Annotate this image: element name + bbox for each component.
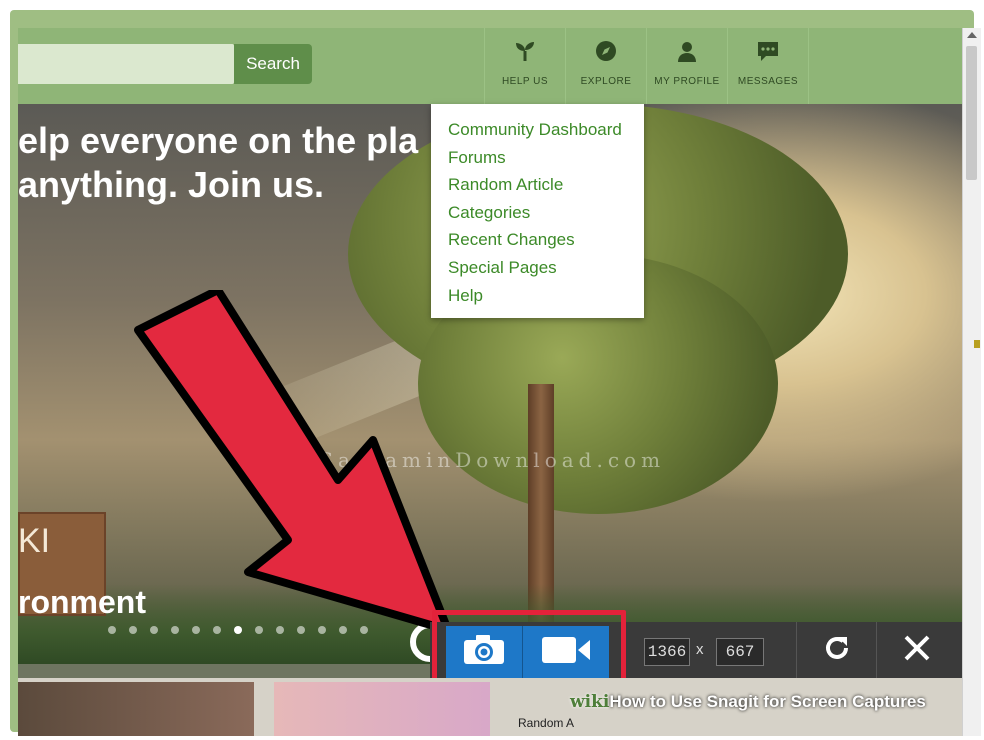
section-label: Random A xyxy=(518,716,575,730)
nav-label: HELP US xyxy=(501,76,549,87)
browser-viewport: Search HELP US EXPLORE MY PROFILE MESSAG… xyxy=(18,28,962,736)
user-icon xyxy=(674,38,700,64)
menu-item-categories[interactable]: Categories xyxy=(431,199,644,227)
search-input[interactable] xyxy=(18,44,234,84)
menu-item-special-pages[interactable]: Special Pages xyxy=(431,254,644,282)
sprout-icon xyxy=(512,38,538,64)
dimension-separator: x xyxy=(696,641,704,658)
vertical-scrollbar[interactable] xyxy=(962,28,981,736)
nav-label: EXPLORE xyxy=(580,76,632,87)
wikihow-banner: wikiHow to Use Snagit for Screen Capture… xyxy=(570,692,944,714)
top-nav: HELP US EXPLORE MY PROFILE MESSAGES xyxy=(484,28,809,104)
hero-headline-line1: elp everyone on the pla xyxy=(18,120,419,161)
nav-my-profile[interactable]: MY PROFILE xyxy=(646,28,727,104)
banner-title: How to Use Snagit for Screen Captures xyxy=(609,692,926,711)
hero-headline-line2: anything. Join us. xyxy=(18,164,325,205)
red-arrow-annotation xyxy=(134,290,452,634)
compass-icon xyxy=(593,38,619,64)
wiki-logo-text: wiki xyxy=(570,692,610,712)
menu-item-community-dashboard[interactable]: Community Dashboard xyxy=(431,116,644,144)
scroll-up-arrow[interactable] xyxy=(967,32,977,38)
thumbnail[interactable] xyxy=(18,682,254,736)
menu-item-forums[interactable]: Forums xyxy=(431,144,644,172)
redo-button[interactable] xyxy=(796,622,877,678)
menu-item-random-article[interactable]: Random Article xyxy=(431,171,644,199)
search-button[interactable]: Search xyxy=(234,44,312,84)
scroll-thumb[interactable] xyxy=(966,46,977,180)
site-header: Search HELP US EXPLORE MY PROFILE MESSAG… xyxy=(18,28,962,104)
nav-label: MY PROFILE xyxy=(654,76,720,87)
width-field[interactable]: 1366 xyxy=(644,638,690,666)
thumbnail[interactable] xyxy=(274,682,490,736)
nav-explore[interactable]: EXPLORE xyxy=(565,28,646,104)
menu-item-recent-changes[interactable]: Recent Changes xyxy=(431,226,644,254)
explore-dropdown-menu: Community Dashboard Forums Random Articl… xyxy=(431,104,644,318)
sign-text: KI xyxy=(18,522,51,560)
close-icon xyxy=(902,633,932,668)
nav-help-us[interactable]: HELP US xyxy=(484,28,565,104)
nav-label: MESSAGES xyxy=(737,76,799,87)
close-button[interactable] xyxy=(876,622,957,678)
nav-messages[interactable]: MESSAGES xyxy=(727,28,809,104)
chat-icon xyxy=(755,38,781,64)
resize-handle[interactable] xyxy=(974,340,980,348)
height-field[interactable]: 667 xyxy=(716,638,764,666)
redo-icon xyxy=(820,631,854,670)
